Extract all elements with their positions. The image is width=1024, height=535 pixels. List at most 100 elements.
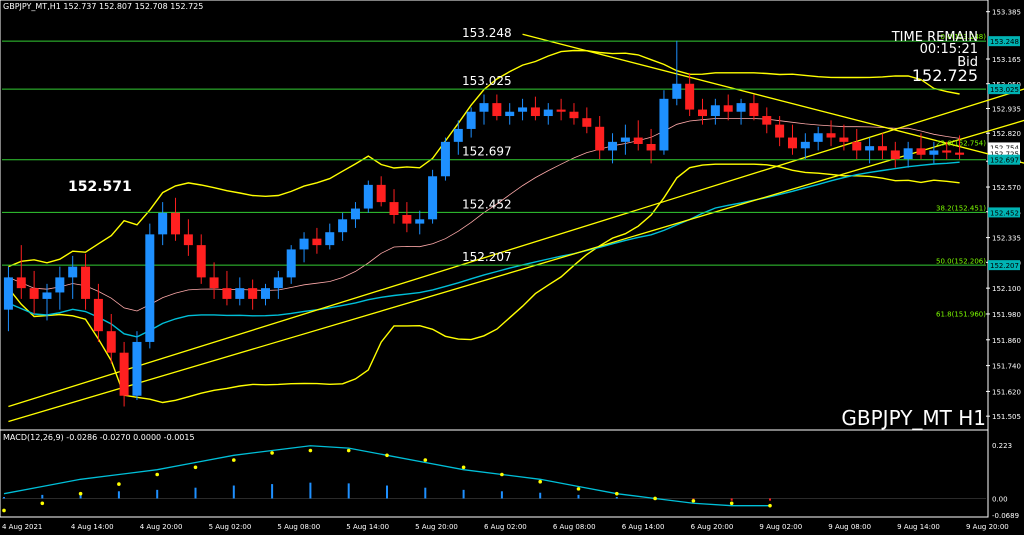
price-tag: 152.207 <box>990 262 1019 270</box>
candle-body <box>312 238 322 246</box>
candle-body <box>183 234 193 246</box>
candle-body <box>55 277 65 293</box>
candle-body <box>543 109 553 117</box>
time-axis: 4 Aug 2021 4 Aug 14:00 4 Aug 20:00 5 Aug 02… <box>2 523 1009 531</box>
candle-body <box>299 238 309 250</box>
candle-body <box>81 266 91 299</box>
candle-body <box>132 341 142 396</box>
macd-signal-dot <box>232 458 236 462</box>
price-tick-label: 151.860 <box>992 337 1021 345</box>
candle-body <box>775 124 785 138</box>
macd-signal-dot <box>346 448 351 453</box>
candle-body <box>171 212 181 235</box>
level-label-0: 153.248 <box>462 26 512 40</box>
macd-signal-dot <box>155 472 159 477</box>
time-tick-label: 5 Aug 02:00 <box>209 523 252 531</box>
level-label-1: 153.025 <box>462 74 512 88</box>
macd-signal-dot <box>729 501 734 506</box>
candle-body <box>93 298 103 332</box>
candle-body <box>530 107 540 117</box>
candle-body <box>42 292 52 299</box>
candle-body <box>595 126 605 151</box>
macd-signal-dot <box>193 465 198 470</box>
price-tick-label: 152.335 <box>992 235 1021 243</box>
candle-body <box>402 215 412 224</box>
macd-tick-label: -0.0689 <box>992 512 1019 520</box>
candle-body <box>68 266 78 278</box>
fibo-label-3: 50.0(152.206) <box>936 257 986 265</box>
fibo-label-1: 23.6(152.754) <box>936 139 986 147</box>
symbol-watermark: GBPJPY_MT H1 <box>841 406 986 430</box>
level-label-2: 152.697 <box>462 145 512 159</box>
swing-label: 152.571 <box>68 179 132 195</box>
macd-signal-dot <box>2 508 6 513</box>
time-tick-label: 4 Aug 14:00 <box>71 523 114 531</box>
candle-body <box>916 148 926 155</box>
price-tag: 152.697 <box>990 157 1019 165</box>
macd-label: MACD(12,26,9) -0.0286 -0.0270 0.0000 -0.… <box>3 433 195 442</box>
price-tick-label: 152.570 <box>992 184 1021 192</box>
time-tick-label: 9 Aug 02:00 <box>759 523 802 531</box>
candle-body <box>466 111 476 129</box>
price-axis: 153.385153.165153.050152.935152.820152.6… <box>986 9 1021 421</box>
candle-body <box>273 277 283 289</box>
candle-body <box>800 141 810 149</box>
candle-body <box>235 288 245 299</box>
candle-body <box>350 208 360 220</box>
candle-body <box>479 103 489 112</box>
price-tick-label: 152.935 <box>992 106 1021 114</box>
candle-body <box>749 103 759 117</box>
candle-body <box>415 219 425 224</box>
candle-body <box>698 109 708 117</box>
candle-body <box>209 277 219 289</box>
candle-body <box>569 111 579 119</box>
price-tick-label: 152.820 <box>992 130 1021 138</box>
candle-body <box>248 288 258 299</box>
candle-body <box>325 232 335 246</box>
price-tick-label: 152.100 <box>992 285 1021 293</box>
candle-body <box>787 137 797 149</box>
price-tick-label: 151.620 <box>992 388 1021 396</box>
macd-signal-dot <box>500 472 504 477</box>
candle-body <box>608 141 618 151</box>
candle-body <box>582 118 592 127</box>
candle-body <box>119 352 129 396</box>
price-tag: 153.025 <box>990 86 1019 94</box>
candle-body <box>685 83 695 110</box>
time-tick-label: 6 Aug 20:00 <box>691 523 734 531</box>
time-tick-label: 5 Aug 08:00 <box>277 523 320 531</box>
time-tick-label: 6 Aug 02:00 <box>484 523 527 531</box>
macd-signal-dot <box>653 496 657 501</box>
macd-signal-dot <box>538 479 542 484</box>
candle-body <box>762 116 772 125</box>
candle-body <box>158 212 168 235</box>
level-label-3: 152.452 <box>462 197 512 211</box>
candle-body <box>518 107 528 112</box>
time-tick-label: 9 Aug 14:00 <box>897 523 940 531</box>
candle-body <box>222 288 232 299</box>
macd-signal-dot <box>78 491 83 496</box>
candle-body <box>196 245 206 278</box>
candle-body <box>3 277 13 310</box>
candle-body <box>260 288 270 299</box>
macd-signal-dot <box>385 453 389 458</box>
macd-signal-dot <box>40 501 45 506</box>
candle-body <box>865 146 875 151</box>
time-tick-label: 5 Aug 14:00 <box>346 523 389 531</box>
candle-body <box>890 150 900 160</box>
macd-signal-dot <box>576 487 581 491</box>
candle-body <box>16 277 26 289</box>
candle-body <box>145 234 155 342</box>
macd-signal-dot <box>423 458 428 462</box>
candle-body <box>672 83 682 99</box>
candle-body <box>839 137 849 142</box>
macd-signal-dot <box>768 503 772 508</box>
candle-body <box>955 152 965 155</box>
candle-body <box>363 184 373 209</box>
macd-tick-label: 0.00 <box>992 495 1008 503</box>
fibo-label-2: 38.2(152.451) <box>936 205 986 213</box>
candle-body <box>106 331 116 353</box>
candle-body <box>826 133 836 138</box>
time-tick-label: 9 Aug 08:00 <box>828 523 871 531</box>
price-tick-label: 151.505 <box>992 413 1021 421</box>
